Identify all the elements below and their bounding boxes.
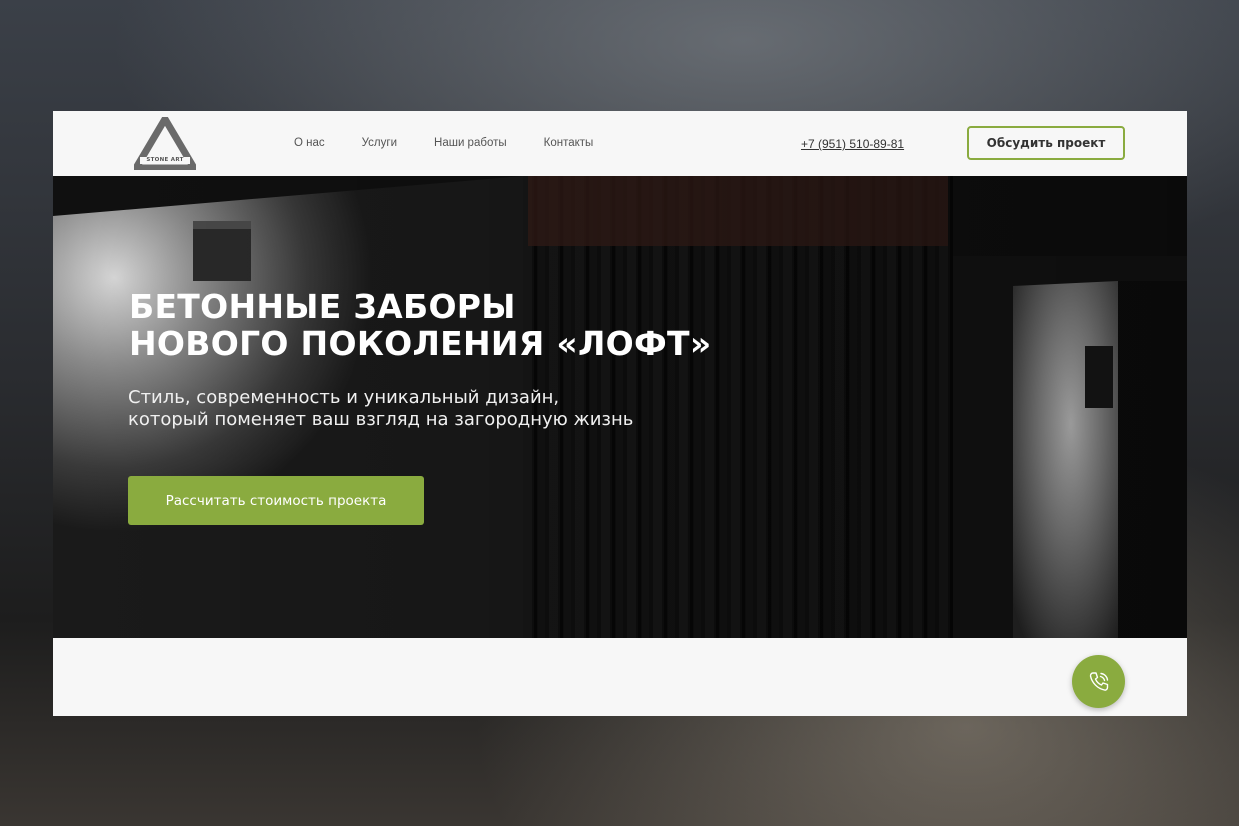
discuss-project-button[interactable]: Обсудить проект (967, 126, 1125, 160)
hero-section: БЕТОННЫЕ ЗАБОРЫ НОВОГО ПОКОЛЕНИЯ «ЛОФТ» … (53, 176, 1187, 638)
nav-item-about[interactable]: О нас (294, 137, 325, 149)
phone-link[interactable]: +7 (951) 510-89-81 (801, 137, 904, 151)
hero-title-line: БЕТОННЫЕ ЗАБОРЫ (129, 287, 516, 326)
website-page: STONE ART О нас Услуги Наши работы Конта… (53, 111, 1187, 716)
hero-subtitle-line: Стиль, современность и уникальный дизайн… (128, 387, 560, 408)
nav-item-contacts[interactable]: Контакты (544, 137, 594, 149)
call-button[interactable] (1072, 655, 1125, 708)
nav-item-works[interactable]: Наши работы (434, 137, 507, 149)
hero-title-line: НОВОГО ПОКОЛЕНИЯ «ЛОФТ» (129, 324, 712, 363)
hero-title: БЕТОННЫЕ ЗАБОРЫ НОВОГО ПОКОЛЕНИЯ «ЛОФТ» (129, 288, 849, 362)
main-nav: О нас Услуги Наши работы Контакты (294, 137, 593, 149)
nav-item-services[interactable]: Услуги (362, 137, 397, 149)
hero-subtitle: Стиль, современность и уникальный дизайн… (128, 387, 748, 431)
site-header: STONE ART О нас Услуги Наши работы Конта… (53, 111, 1187, 176)
hero-subtitle-line: который поменяет ваш взгляд на загородну… (128, 409, 634, 430)
calculate-cost-button[interactable]: Рассчитать стоимость проекта (128, 476, 424, 525)
phone-call-icon (1089, 671, 1108, 691)
logo-text: STONE ART (140, 157, 190, 164)
logo[interactable]: STONE ART (134, 117, 196, 170)
